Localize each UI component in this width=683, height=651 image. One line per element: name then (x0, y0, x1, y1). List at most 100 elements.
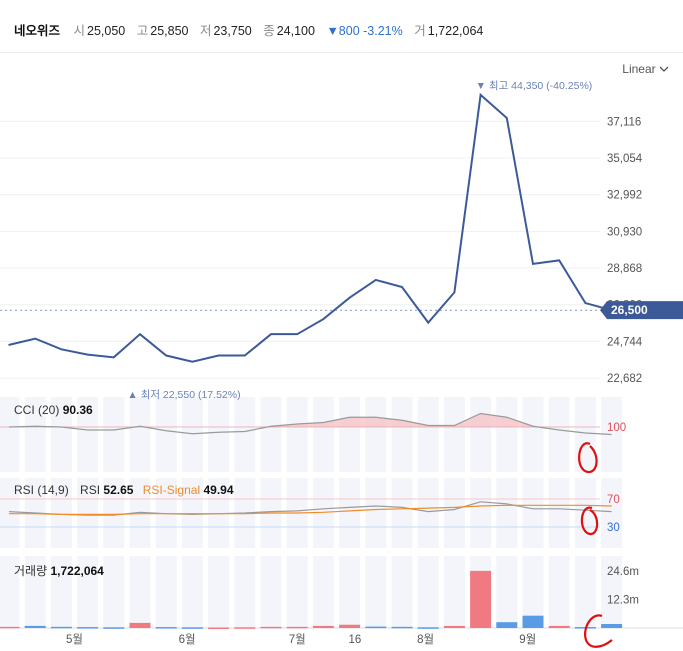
x-tick-label: 5월 (66, 633, 83, 646)
cci-band (208, 397, 230, 472)
rsi-band (548, 478, 570, 548)
cci-band (312, 397, 334, 472)
vol-band (208, 556, 230, 628)
volume-bar (234, 627, 256, 629)
x-tick-label: 7월 (289, 633, 306, 646)
vol-band (155, 556, 177, 628)
price-point (60, 348, 63, 351)
price-point (165, 354, 167, 357)
price-point (453, 291, 456, 294)
volume-bar (470, 570, 492, 628)
x-tick-label: 6월 (179, 633, 196, 646)
cci-band (470, 397, 492, 472)
price-y-tick: 32,992 (607, 190, 642, 202)
price-point (86, 353, 89, 356)
cci-band (496, 397, 518, 472)
cci-band (548, 397, 570, 472)
volume-bar (181, 627, 203, 629)
price-point (584, 302, 587, 304)
volume-bar (208, 627, 230, 630)
vol-band (417, 556, 439, 628)
vol-band (391, 556, 413, 628)
price-point (479, 94, 482, 96)
volume-bar (548, 625, 570, 628)
vol-band (548, 556, 570, 628)
cci-band (234, 397, 256, 472)
rsi-band (496, 478, 518, 548)
volume-bar (129, 622, 151, 628)
price-y-tick: 22,682 (607, 373, 642, 385)
price-point (322, 318, 325, 320)
price-point (34, 337, 36, 340)
vol-band (181, 556, 203, 628)
cci-band (155, 397, 177, 472)
price-point (113, 356, 115, 359)
rsi-band (365, 478, 387, 548)
price-point (217, 354, 220, 357)
rsi-level-high: 70 (607, 494, 620, 506)
price-point (296, 333, 299, 335)
x-tick-label: 16 (348, 634, 361, 646)
volume-y-tick: 12.3m (607, 594, 639, 606)
cci-band (129, 397, 151, 472)
cci-band (574, 397, 596, 472)
volume-bar (312, 625, 334, 628)
price-line (8, 92, 612, 363)
volume-bar (601, 624, 623, 628)
rsi-band (443, 478, 465, 548)
vol-band (103, 556, 125, 628)
vol-band (443, 556, 465, 628)
vol-band (234, 556, 256, 628)
price-y-tick: 35,054 (607, 153, 643, 165)
price-point (348, 296, 351, 299)
price-point (191, 360, 194, 363)
rsi-band (417, 478, 439, 548)
price-point (401, 286, 403, 288)
volume-bar (155, 627, 177, 629)
volume-title: 거래량 1,722,064 (14, 564, 104, 578)
vol-band (339, 556, 361, 628)
volume-bar (496, 622, 518, 628)
price-y-tick: 30,930 (607, 226, 642, 238)
volume-bar (260, 626, 282, 629)
price-point (558, 259, 560, 262)
volume-bar (0, 626, 20, 629)
rsi-title: RSI (14,9) RSI 52.65 RSI-Signal 49.94 (14, 483, 234, 497)
price-point (506, 117, 508, 119)
x-tick-label: 9월 (519, 633, 536, 646)
cci-band (181, 397, 203, 472)
price-point (532, 263, 534, 265)
price-y-tick: 24,744 (607, 336, 643, 348)
price-point (375, 279, 377, 281)
volume-bar (24, 625, 46, 628)
x-tick-label: 8월 (417, 633, 434, 646)
volume-bar (417, 627, 439, 629)
vol-band (496, 556, 518, 628)
cci-band (443, 397, 465, 472)
volume-bar (50, 626, 72, 629)
rsi-band (470, 478, 492, 548)
volume-bar (77, 627, 99, 629)
rsi-signal-value: 49.94 (203, 483, 233, 497)
rsi-band (522, 478, 544, 548)
vol-band (365, 556, 387, 628)
rsi-level-low: 30 (607, 522, 620, 534)
vol-band (286, 556, 308, 628)
cci-level-label: 100 (607, 422, 626, 434)
max-annotation: ▼ 최고 44,350 (-40.25%) (476, 80, 593, 92)
vol-band (260, 556, 282, 628)
volume-bar (522, 615, 544, 628)
last-price-label: 26,500 (611, 303, 648, 317)
cci-band (391, 397, 413, 472)
rsi-band (339, 478, 361, 548)
stock-chart[interactable]: 5월6월7월168월9월 22,68224,74426,80628,86830,… (0, 0, 683, 651)
cci-band (286, 397, 308, 472)
volume-value: 1,722,064 (50, 564, 104, 578)
vol-band (129, 556, 151, 628)
price-y-tick: 28,868 (607, 263, 642, 275)
price-point (8, 344, 10, 346)
cci-band (103, 397, 125, 472)
rsi-band (391, 478, 413, 548)
volume-bar (286, 626, 308, 629)
vol-band (312, 556, 334, 628)
